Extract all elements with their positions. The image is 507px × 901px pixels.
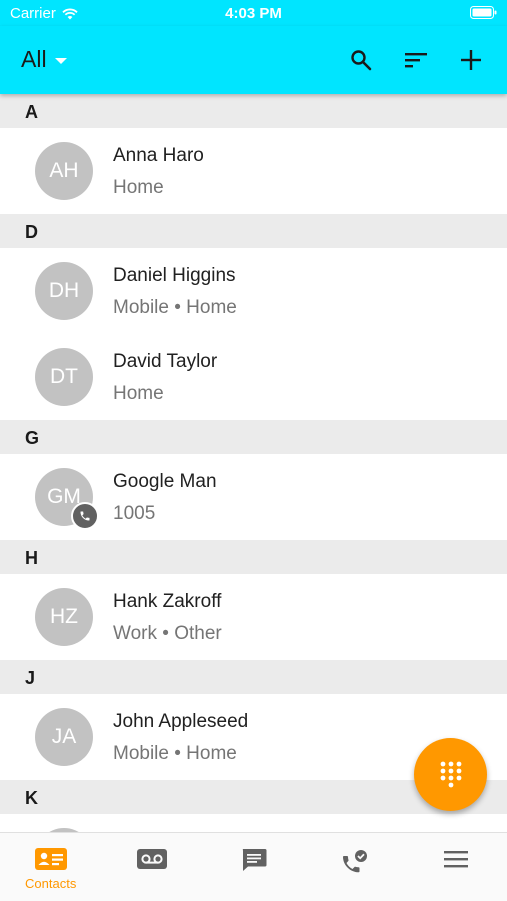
call-history-icon — [342, 850, 367, 873]
tab-menu[interactable] — [406, 833, 507, 901]
section-header: G — [0, 420, 507, 454]
tab-call-history[interactable] — [304, 833, 405, 901]
search-button[interactable] — [347, 46, 375, 74]
messages-icon — [242, 849, 267, 871]
sort-icon — [405, 53, 427, 68]
avatar: JA — [35, 708, 93, 766]
contact-name: Google Man — [113, 471, 217, 492]
phone-badge — [71, 502, 99, 530]
contact-detail: 1005 — [113, 503, 156, 524]
section-header: D — [0, 214, 507, 248]
contact-name: Anna Haro — [113, 145, 204, 166]
avatar: DT — [35, 348, 93, 406]
avatar: GM — [35, 468, 99, 530]
contact-name: Hank Zakroff — [113, 591, 222, 612]
contact-detail: Mobile • Home — [113, 297, 237, 318]
contact-row[interactable]: GM Google Man 1005 — [0, 454, 507, 540]
tab-contacts[interactable]: Contacts — [0, 833, 101, 901]
section-header: H — [0, 540, 507, 574]
contact-detail: Home — [113, 383, 164, 404]
tab-messages[interactable] — [203, 833, 304, 901]
contact-row[interactable]: DT David Taylor Home — [0, 334, 507, 420]
add-contact-button[interactable] — [457, 46, 485, 74]
voicemail-icon — [137, 849, 168, 869]
dialpad-button[interactable] — [414, 738, 487, 811]
app-bar: All — [0, 26, 507, 94]
contact-name: Daniel Higgins — [113, 265, 236, 286]
section-header: A — [0, 94, 507, 128]
contact-row[interactable]: HZ Hank Zakroff Work • Other — [0, 574, 507, 660]
battery-icon — [470, 6, 497, 19]
avatar: AH — [35, 142, 93, 200]
status-time: 4:03 PM — [225, 5, 282, 22]
contact-row[interactable]: DH Daniel Higgins Mobile • Home — [0, 248, 507, 334]
section-header: J — [0, 660, 507, 694]
filter-dropdown[interactable]: All — [21, 46, 67, 73]
avatar: HZ — [35, 588, 93, 646]
contact-name: John Appleseed — [113, 711, 249, 732]
search-icon — [351, 50, 372, 71]
contact-detail: Mobile • Home — [113, 743, 237, 764]
filter-label: All — [21, 46, 47, 72]
contact-detail: Home — [113, 177, 164, 198]
add-icon — [461, 50, 481, 70]
contact-name: David Taylor — [113, 351, 218, 372]
tab-bar: Contacts — [0, 832, 507, 901]
sort-button[interactable] — [402, 46, 430, 74]
dialpad-icon — [440, 761, 461, 787]
avatar: DH — [35, 262, 93, 320]
menu-icon — [444, 851, 469, 868]
contact-row[interactable]: AH Anna Haro Home — [0, 128, 507, 214]
phone-icon — [80, 511, 90, 521]
status-bar: Carrier 4:03 PM — [0, 0, 507, 26]
chevron-down-icon — [54, 57, 67, 64]
tab-voicemail[interactable] — [101, 833, 202, 901]
tab-contacts-label: Contacts — [25, 876, 77, 891]
contact-detail: Work • Other — [113, 623, 222, 644]
contact-list[interactable]: A AH Anna Haro Home D DH Daniel Higgins … — [0, 94, 507, 832]
contacts-icon — [34, 848, 67, 870]
contact-row[interactable] — [0, 814, 507, 832]
